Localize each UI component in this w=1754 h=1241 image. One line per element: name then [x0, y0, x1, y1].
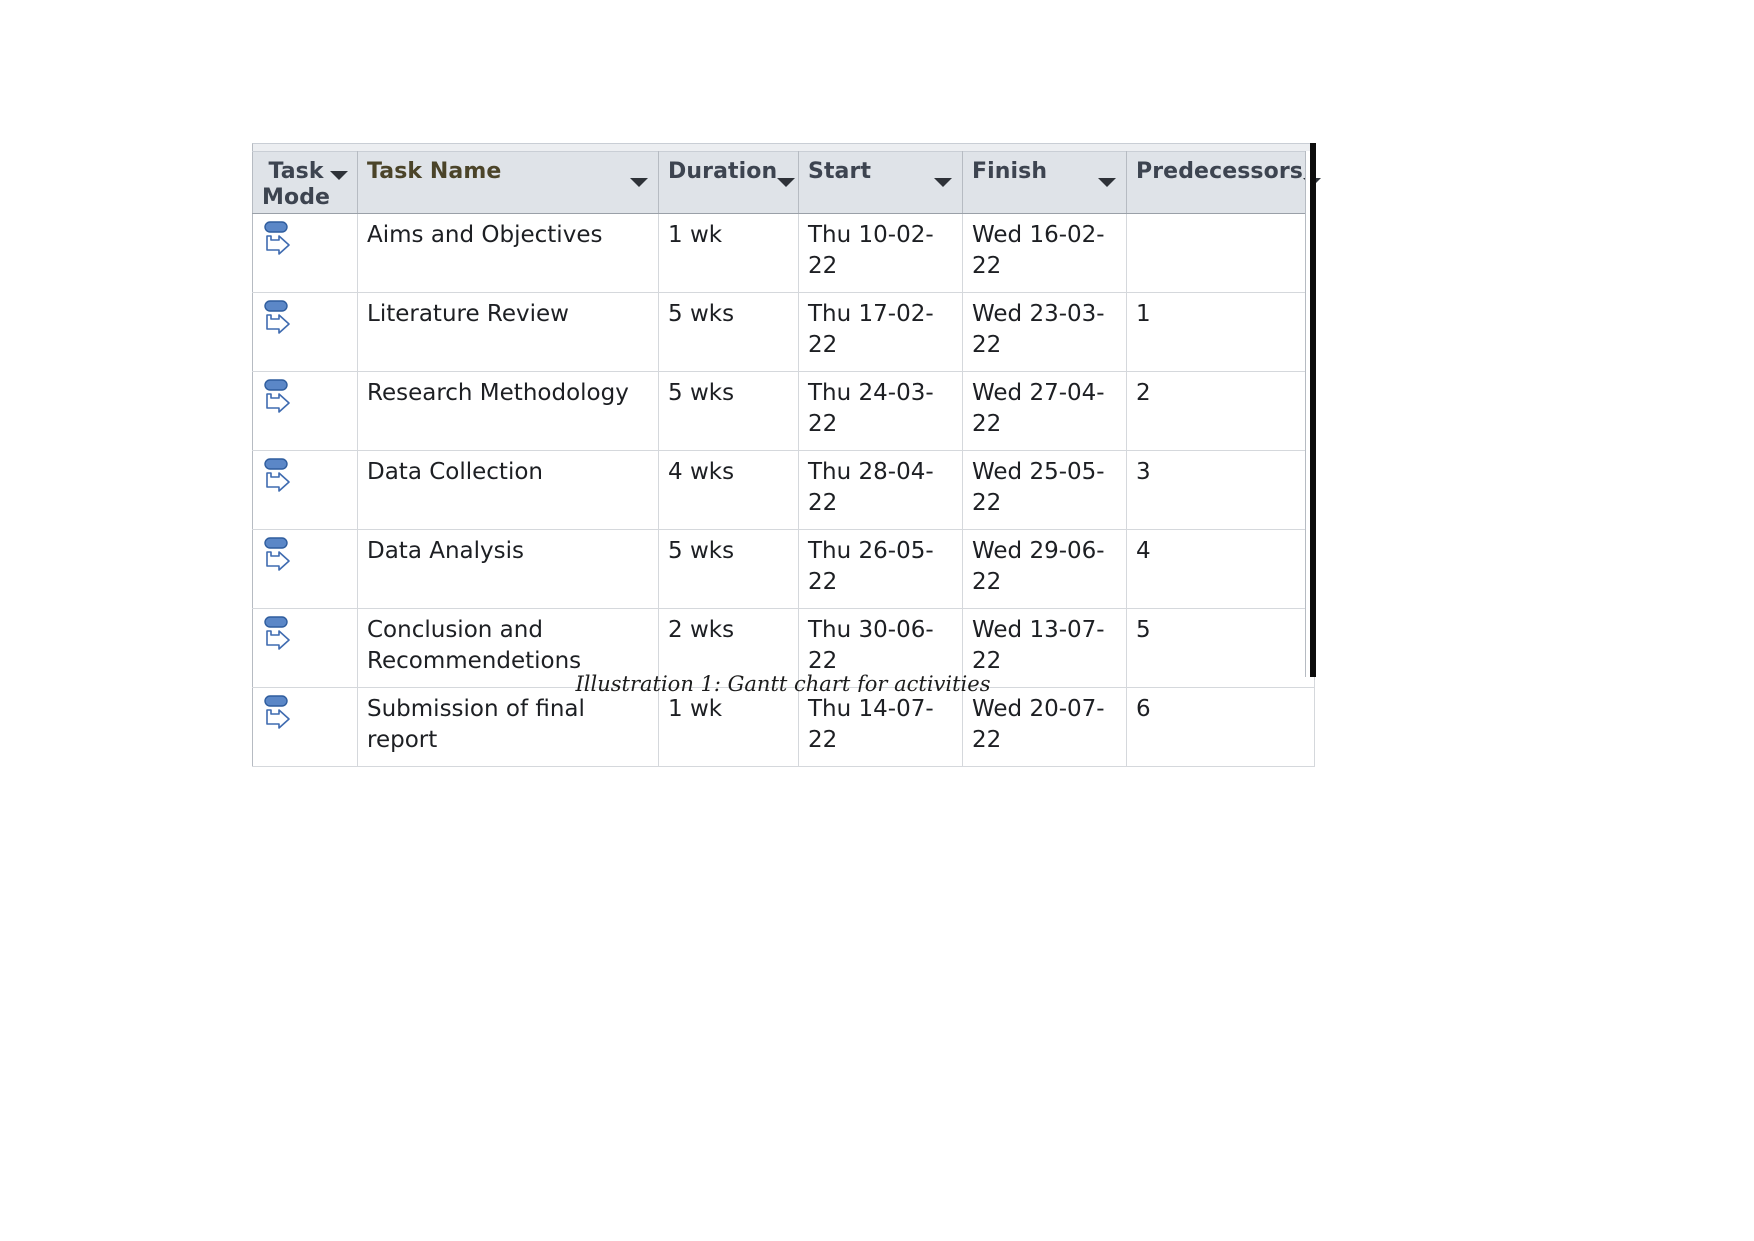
grid-top-strip [252, 143, 1314, 151]
cell-duration[interactable]: 5 wks [658, 529, 799, 609]
cell-predecessors[interactable]: 4 [1126, 529, 1315, 609]
cell-task-name[interactable]: Data Collection [357, 450, 659, 530]
cell-finish[interactable]: Wed 16-02-22 [962, 213, 1127, 293]
pane-split-bar[interactable] [1310, 143, 1316, 677]
cell-predecessors[interactable] [1126, 213, 1315, 293]
column-header-start[interactable]: Start [798, 151, 963, 214]
column-header-start-label: Start [808, 159, 872, 184]
cell-task-name[interactable]: Aims and Objectives [357, 213, 659, 293]
cell-duration[interactable]: 1 wk [658, 213, 799, 293]
manually-scheduled-task-icon[interactable] [262, 694, 296, 730]
column-header-task-name[interactable]: Task Name [357, 151, 659, 214]
cell-task-mode[interactable] [252, 687, 358, 767]
cell-task-name[interactable]: Research Methodology [357, 371, 659, 451]
cell-task-mode[interactable] [252, 450, 358, 530]
cell-task-name[interactable]: Data Analysis [357, 529, 659, 609]
cell-duration[interactable]: 1 wk [658, 687, 799, 767]
table-row[interactable]: Literature Review 5 wks Thu 17-02-22 Wed 23… [252, 292, 1315, 372]
column-header-finish[interactable]: Finish [962, 151, 1127, 214]
cell-start[interactable]: Thu 14-07-22 [798, 687, 963, 767]
cell-task-mode[interactable] [252, 292, 358, 372]
column-header-task-mode[interactable]: Task Mode [252, 151, 358, 214]
cell-task-mode[interactable] [252, 213, 358, 293]
cell-finish[interactable]: Wed 20-07-22 [962, 687, 1127, 767]
cell-start[interactable]: Thu 24-03-22 [798, 371, 963, 451]
filter-dropdown-arrow-icon[interactable] [330, 171, 349, 180]
cell-predecessors[interactable]: 1 [1126, 292, 1315, 372]
cell-duration[interactable]: 5 wks [658, 292, 799, 372]
manually-scheduled-task-icon[interactable] [262, 615, 296, 651]
manually-scheduled-task-icon[interactable] [262, 536, 296, 572]
figure-caption: Illustration 1: Gantt chart for activiti… [575, 672, 991, 692]
table-row[interactable]: Aims and Objectives 1 wk Thu 10-02-22 Wed 1… [252, 213, 1315, 293]
cell-finish[interactable]: Wed 29-06-22 [962, 529, 1127, 609]
filter-dropdown-arrow-icon[interactable] [777, 178, 796, 187]
document-page: Task Mode Task Name Duration Start Finis… [0, 0, 1754, 1241]
column-header-duration-label: Duration [668, 159, 778, 184]
cell-task-name[interactable]: Submission of final report [357, 687, 659, 767]
table-header-row: Task Mode Task Name Duration Start Finis… [252, 151, 1321, 214]
cell-task-mode[interactable] [252, 529, 358, 609]
column-header-task-name-label: Task Name [367, 159, 502, 184]
cell-finish[interactable]: Wed 25-05-22 [962, 450, 1127, 530]
manually-scheduled-task-icon[interactable] [262, 457, 296, 493]
manually-scheduled-task-icon[interactable] [262, 378, 296, 414]
column-header-predecessors-label: Predecessors [1136, 159, 1303, 184]
table-header: Task Mode Task Name Duration Start Finis… [252, 151, 1321, 214]
cell-task-mode[interactable] [252, 371, 358, 451]
column-header-duration[interactable]: Duration [658, 151, 799, 214]
column-header-predecessors[interactable]: Predecessors [1126, 151, 1321, 214]
manually-scheduled-task-icon[interactable] [262, 299, 296, 335]
cell-finish[interactable]: Wed 27-04-22 [962, 371, 1127, 451]
cell-start[interactable]: Thu 26-05-22 [798, 529, 963, 609]
cell-predecessors[interactable]: 2 [1126, 371, 1315, 451]
table-row[interactable]: Data Collection 4 wks Thu 28-04-22 Wed 25-0… [252, 450, 1315, 530]
cell-predecessors[interactable]: 6 [1126, 687, 1315, 767]
cell-finish[interactable]: Wed 23-03-22 [962, 292, 1127, 372]
column-header-finish-label: Finish [972, 159, 1048, 184]
table-row[interactable]: Data Analysis 5 wks Thu 26-05-22 Wed 29-06-… [252, 529, 1315, 609]
cell-start[interactable]: Thu 28-04-22 [798, 450, 963, 530]
cell-duration[interactable]: 5 wks [658, 371, 799, 451]
column-header-task-mode-label: Task Mode [262, 159, 331, 210]
filter-dropdown-arrow-icon[interactable] [934, 178, 952, 187]
cell-duration[interactable]: 4 wks [658, 450, 799, 530]
cell-start[interactable]: Thu 17-02-22 [798, 292, 963, 372]
filter-dropdown-arrow-icon[interactable] [1098, 178, 1116, 187]
cell-task-name[interactable]: Literature Review [357, 292, 659, 372]
table-row[interactable]: Submission of final report 1 wk Thu 14-07-… [252, 687, 1315, 767]
cell-predecessors[interactable]: 3 [1126, 450, 1315, 530]
filter-dropdown-arrow-icon[interactable] [630, 178, 648, 187]
manually-scheduled-task-icon[interactable] [262, 220, 296, 256]
cell-start[interactable]: Thu 10-02-22 [798, 213, 963, 293]
table-row[interactable]: Research Methodology 5 wks Thu 24-03-22 Wed… [252, 371, 1315, 451]
